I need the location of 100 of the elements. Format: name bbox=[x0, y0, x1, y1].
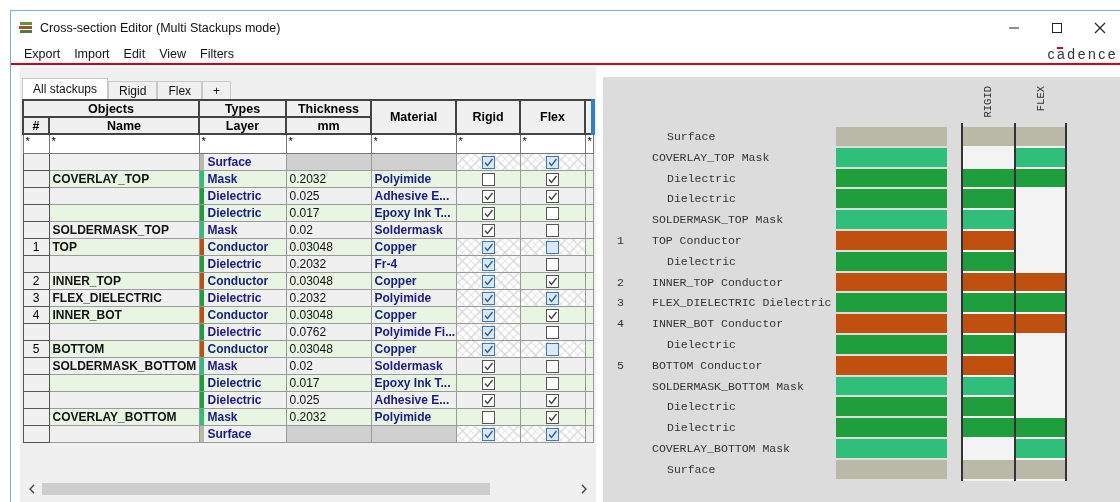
checkbox[interactable] bbox=[481, 411, 495, 425]
layer-number: 1 bbox=[617, 233, 625, 249]
layer-label: Dielectric bbox=[667, 254, 736, 268]
thickness-cell: 0.02 bbox=[286, 221, 371, 239]
checkbox[interactable] bbox=[481, 343, 495, 357]
checkbox[interactable] bbox=[481, 258, 495, 272]
checkbox[interactable] bbox=[481, 428, 495, 442]
layer-name: FLEX_DIELECTRIC bbox=[49, 289, 199, 307]
app-icon bbox=[18, 20, 34, 36]
layer-name: SOLDERMASK_TOP bbox=[49, 221, 199, 239]
checkbox[interactable] bbox=[546, 156, 559, 170]
layer-label: FLEX_DIELECTRIC Dielectric bbox=[652, 296, 832, 310]
layer-type: Mask bbox=[206, 358, 238, 374]
material-cell: Soldermask bbox=[371, 357, 456, 375]
checkbox[interactable] bbox=[481, 224, 495, 238]
layer-label: BOTTOM Conductor bbox=[652, 358, 763, 372]
filter-cell[interactable]: * bbox=[23, 134, 49, 154]
thickness-cell: 0.025 bbox=[286, 187, 371, 205]
layer-type: Dielectric bbox=[206, 375, 262, 391]
layer-label: COVERLAY_BOTTOM Mask bbox=[652, 441, 791, 455]
material-cell: Adhesive E... bbox=[371, 187, 456, 205]
layer-label: Dielectric bbox=[667, 171, 736, 185]
layer-number: 5 bbox=[617, 357, 625, 374]
scrollbar-thumb[interactable] bbox=[42, 483, 490, 495]
menu-item[interactable]: Export bbox=[17, 47, 68, 61]
layer-type: Conductor bbox=[206, 307, 269, 323]
checkbox[interactable] bbox=[481, 207, 495, 221]
layer-label: Dielectric bbox=[667, 337, 736, 351]
layer-type: Dielectric bbox=[206, 392, 262, 408]
layer-label: Dielectric bbox=[667, 400, 736, 414]
checkbox[interactable] bbox=[546, 241, 559, 255]
layer-type: Dielectric bbox=[206, 290, 262, 306]
thickness-cell: 0.0762 bbox=[286, 323, 371, 341]
checkbox[interactable] bbox=[546, 394, 559, 408]
layer-label: SOLDERMASK_BOTTOM Mask bbox=[652, 379, 804, 393]
checkbox[interactable] bbox=[481, 190, 495, 204]
layer-type: Mask bbox=[206, 409, 238, 425]
layer-type: Mask bbox=[206, 222, 238, 238]
checkbox[interactable] bbox=[481, 156, 495, 170]
column-header: Thickness bbox=[286, 100, 371, 117]
checkbox[interactable] bbox=[481, 377, 495, 391]
layer-type: Dielectric bbox=[206, 256, 262, 272]
scroll-right-icon[interactable] bbox=[580, 484, 588, 494]
checkbox[interactable] bbox=[546, 292, 559, 306]
layer-label: Dielectric bbox=[667, 421, 736, 435]
layer-name: SOLDERMASK_BOTTOM bbox=[49, 357, 199, 375]
thickness-cell: 0.025 bbox=[286, 391, 371, 409]
layer-type: Conductor bbox=[206, 341, 269, 357]
checkbox[interactable] bbox=[546, 275, 559, 289]
menu-item[interactable]: Filters bbox=[193, 47, 242, 61]
checkbox[interactable] bbox=[481, 241, 495, 255]
checkbox[interactable] bbox=[481, 292, 495, 306]
scroll-left-icon[interactable] bbox=[28, 484, 36, 494]
thickness-cell: 0.2032 bbox=[286, 289, 371, 307]
layer-label: Dielectric bbox=[667, 192, 736, 206]
material-cell: Fr-4 bbox=[371, 255, 456, 273]
layer-type: Dielectric bbox=[206, 188, 262, 204]
checkbox[interactable] bbox=[481, 360, 495, 374]
thickness-cell: 0.2032 bbox=[286, 255, 371, 273]
checkbox[interactable] bbox=[546, 190, 559, 204]
layer-label: INNER_BOT Conductor bbox=[652, 317, 784, 331]
layer-type: Dielectric bbox=[206, 205, 262, 221]
checkbox[interactable] bbox=[546, 428, 559, 442]
tab[interactable]: Flex bbox=[157, 81, 203, 99]
column-header: Flex bbox=[520, 100, 585, 134]
checkbox[interactable] bbox=[546, 207, 559, 221]
checkbox[interactable] bbox=[546, 173, 559, 187]
menu-item[interactable]: Import bbox=[67, 47, 117, 61]
checkbox[interactable] bbox=[546, 258, 559, 272]
checkbox[interactable] bbox=[546, 309, 559, 323]
checkbox[interactable] bbox=[546, 360, 559, 374]
maximize-icon[interactable] bbox=[1051, 22, 1063, 34]
tab[interactable]: Rigid bbox=[108, 81, 158, 99]
checkbox[interactable] bbox=[546, 411, 559, 425]
material-cell: Soldermask bbox=[371, 221, 456, 239]
tab[interactable]: All stackups bbox=[22, 78, 109, 99]
layer-type: Dielectric bbox=[206, 324, 262, 340]
window-title: Cross-section Editor (Multi Stackups mode) bbox=[40, 21, 282, 35]
checkbox[interactable] bbox=[481, 394, 495, 408]
filter-cell[interactable]: * bbox=[585, 134, 593, 154]
checkbox[interactable] bbox=[481, 173, 495, 187]
checkbox[interactable] bbox=[546, 377, 559, 391]
checkbox[interactable] bbox=[546, 326, 559, 340]
checkbox[interactable] bbox=[481, 326, 495, 340]
close-icon[interactable] bbox=[1094, 22, 1106, 34]
checkbox[interactable] bbox=[481, 275, 495, 289]
checkbox[interactable] bbox=[546, 343, 559, 357]
layer-label: INNER_TOP Conductor bbox=[652, 275, 784, 289]
menu-item[interactable]: View bbox=[152, 47, 193, 61]
layer-label: Surface bbox=[667, 462, 716, 476]
column-label: FLEX bbox=[1034, 86, 1047, 112]
checkbox[interactable] bbox=[481, 309, 495, 323]
layer-label: COVERLAY_TOP Mask bbox=[652, 150, 770, 164]
layer-label: TOP Conductor bbox=[652, 234, 742, 247]
tab[interactable]: + bbox=[202, 81, 232, 99]
checkbox[interactable] bbox=[546, 224, 559, 238]
column-group-header: Types bbox=[199, 100, 286, 117]
layer-type: Conductor bbox=[206, 273, 269, 289]
menu-item[interactable]: Edit bbox=[116, 47, 153, 61]
column-header: Material bbox=[371, 100, 456, 134]
